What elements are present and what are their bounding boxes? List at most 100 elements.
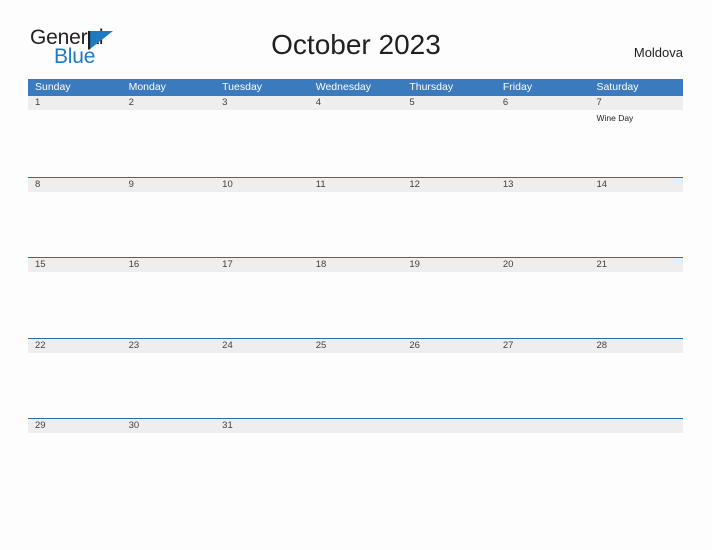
day-number: 15: [35, 259, 46, 270]
day-events-cell[interactable]: [309, 110, 403, 176]
week-date-band: 15 16 17 18 19 20 21: [28, 258, 683, 272]
week-date-band: 1 2 3 4 5 6 7: [28, 96, 683, 110]
day-events-cell[interactable]: [496, 192, 590, 258]
day-cell[interactable]: 31: [215, 419, 309, 433]
day-cell[interactable]: 9: [122, 178, 216, 192]
day-cell[interactable]: 25: [309, 339, 403, 353]
day-events-cell[interactable]: [402, 433, 496, 499]
holiday-event-label: Wine Day: [596, 113, 634, 123]
day-cell[interactable]: 12: [402, 178, 496, 192]
day-events-cell[interactable]: [122, 433, 216, 499]
day-cell[interactable]: 30: [122, 419, 216, 433]
day-cell[interactable]: [589, 419, 683, 433]
day-number: 18: [315, 259, 327, 270]
day-number: 7: [596, 97, 602, 108]
day-cell[interactable]: 1: [28, 96, 122, 110]
day-events-cell[interactable]: [28, 433, 122, 499]
weekday-header-friday: Friday: [502, 81, 533, 93]
day-cell[interactable]: 11: [309, 178, 403, 192]
day-events-cell[interactable]: [402, 353, 496, 419]
week-date-band: 22 23 24 25 26 27 28: [28, 338, 683, 353]
page-header: General Blue October 2023 Moldova: [0, 0, 712, 68]
day-cell[interactable]: 18: [309, 258, 403, 272]
day-cell[interactable]: [496, 419, 590, 433]
day-number: 31: [222, 420, 233, 431]
weekday-header-row: Sunday Monday Tuesday Wednesday Thursday…: [28, 79, 683, 96]
page-title: October 2023: [271, 29, 441, 60]
day-events-cell[interactable]: [28, 110, 122, 176]
day-cell[interactable]: 13: [496, 178, 590, 192]
day-cell[interactable]: 22: [28, 339, 122, 353]
day-cell[interactable]: 23: [122, 339, 216, 353]
day-events-cell[interactable]: [28, 353, 122, 419]
day-events-cell[interactable]: [215, 433, 309, 499]
day-events-cell[interactable]: [215, 272, 309, 338]
day-events-cell[interactable]: [28, 272, 122, 338]
day-events-cell[interactable]: [589, 192, 683, 258]
weekday-header-saturday: Saturday: [596, 81, 639, 93]
week-date-band: 8 9 10 11 12 13 14: [28, 177, 683, 192]
day-events-cell[interactable]: [122, 353, 216, 419]
day-cell[interactable]: 26: [402, 339, 496, 353]
day-number: 28: [596, 339, 608, 351]
weekday-header-wednesday: Wednesday: [315, 81, 371, 93]
day-events-cell[interactable]: [309, 353, 403, 419]
day-events-cell[interactable]: [402, 272, 496, 338]
day-events-cell[interactable]: Wine Day: [589, 110, 683, 176]
week-date-band: 29 30 31: [28, 419, 683, 433]
day-cell[interactable]: 7: [589, 96, 683, 110]
day-cell[interactable]: 6: [496, 96, 590, 110]
day-events-cell[interactable]: [589, 353, 683, 419]
day-events-cell[interactable]: [402, 110, 496, 176]
day-cell[interactable]: 8: [28, 178, 122, 192]
week-event-band: [28, 192, 683, 258]
day-number: 3: [222, 97, 228, 108]
day-events-cell[interactable]: [28, 192, 122, 258]
day-events-cell[interactable]: [309, 433, 403, 499]
calendar-week-row: 22 23 24 25 26 27 28: [28, 337, 683, 419]
day-events-cell[interactable]: [402, 192, 496, 258]
day-cell[interactable]: 3: [215, 96, 309, 110]
day-events-cell[interactable]: [309, 192, 403, 258]
day-events-cell[interactable]: [496, 110, 590, 176]
day-cell[interactable]: 15: [28, 258, 122, 272]
day-events-cell[interactable]: [589, 433, 683, 499]
day-number: 30: [128, 420, 140, 431]
day-events-cell[interactable]: [122, 110, 216, 176]
day-number: 29: [35, 420, 46, 431]
day-cell[interactable]: 29: [28, 419, 122, 433]
day-events-cell[interactable]: [215, 353, 309, 419]
day-cell[interactable]: [309, 419, 403, 433]
day-number: 13: [502, 178, 514, 190]
day-number: 14: [596, 178, 608, 190]
day-events-cell[interactable]: [122, 192, 216, 258]
day-events-cell[interactable]: [309, 272, 403, 338]
day-cell[interactable]: 24: [215, 339, 309, 353]
day-number: 17: [222, 259, 233, 270]
day-cell[interactable]: 21: [589, 258, 683, 272]
day-cell[interactable]: 28: [589, 339, 683, 353]
day-number: 22: [35, 339, 46, 351]
day-cell[interactable]: 14: [589, 178, 683, 192]
day-events-cell[interactable]: [215, 110, 309, 176]
day-events-cell[interactable]: [496, 433, 590, 499]
day-cell[interactable]: 5: [402, 96, 496, 110]
day-cell[interactable]: [402, 419, 496, 433]
day-cell[interactable]: 27: [496, 339, 590, 353]
day-cell[interactable]: 17: [215, 258, 309, 272]
weekday-header-thursday: Thursday: [409, 81, 454, 93]
day-cell[interactable]: 4: [309, 96, 403, 110]
day-cell[interactable]: 20: [496, 258, 590, 272]
day-events-cell[interactable]: [589, 272, 683, 338]
day-cell[interactable]: 10: [215, 178, 309, 192]
country-label: Moldova: [633, 45, 683, 60]
day-events-cell[interactable]: [215, 192, 309, 258]
day-events-cell[interactable]: [122, 272, 216, 338]
day-events-cell[interactable]: [496, 272, 590, 338]
day-cell[interactable]: 19: [402, 258, 496, 272]
day-number: 23: [128, 339, 140, 351]
day-cell[interactable]: 2: [122, 96, 216, 110]
day-cell[interactable]: 16: [122, 258, 216, 272]
day-events-cell[interactable]: [496, 353, 590, 419]
day-number: 19: [409, 259, 420, 270]
